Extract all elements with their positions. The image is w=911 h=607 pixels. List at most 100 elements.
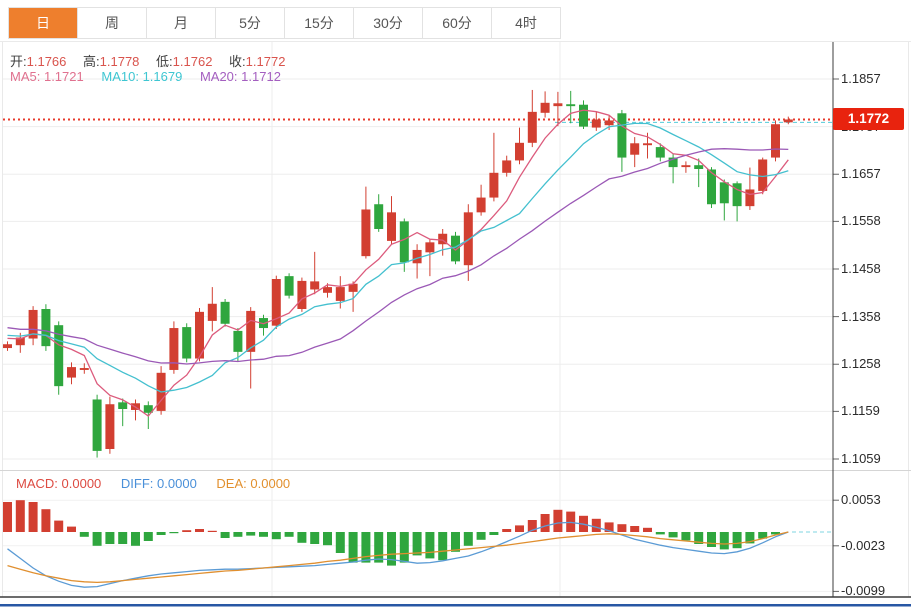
candle [374, 204, 383, 229]
macd-bar [592, 519, 601, 532]
macd-bar [221, 532, 230, 538]
macd-bar [438, 532, 447, 560]
price-tick-label: 1.1657 [841, 166, 881, 181]
candle [502, 160, 511, 172]
macd-bar [464, 532, 473, 546]
macd-bar [182, 530, 191, 532]
candle [451, 236, 460, 262]
tab-5min[interactable]: 5分 [216, 8, 285, 38]
candle [387, 212, 396, 241]
macd-bar [246, 532, 255, 536]
candle [579, 105, 588, 127]
low-value: 1.1762 [173, 54, 213, 69]
ma5-value: 1.1721 [44, 69, 84, 84]
bottom-blue-bar [0, 604, 911, 607]
ma-summary: MA5: 1.1721 MA10: 1.1679 MA20: 1.1712 [10, 69, 295, 84]
price-tick-label: 1.1558 [841, 213, 881, 228]
macd-bar [80, 532, 89, 537]
macd-bar [29, 502, 38, 532]
macd-tick-label: -0.0023 [841, 538, 885, 553]
open-value: 1.1766 [27, 54, 67, 69]
candle [720, 182, 729, 203]
candle [361, 209, 370, 256]
candle [694, 165, 703, 169]
close-label: 收: [229, 54, 246, 69]
macd-tick-label: -0.0099 [841, 583, 885, 598]
macd-bar [41, 509, 50, 532]
macd-bar [67, 527, 76, 532]
macd-bar [272, 532, 281, 539]
chart-canvas[interactable] [0, 0, 911, 607]
macd-bar [3, 502, 12, 532]
candle [758, 159, 767, 190]
candle [425, 242, 434, 252]
candle [41, 309, 50, 346]
tab-4hour[interactable]: 4时 [492, 8, 560, 38]
macd-bar [157, 532, 166, 535]
candle [118, 402, 127, 409]
macd-bar [425, 532, 434, 558]
macd-bar [297, 532, 306, 543]
kline-chart-app: 日 周 月 5分 15分 30分 60分 4时 开:1.1766 高:1.177… [0, 0, 911, 607]
macd-bar [169, 532, 178, 533]
candle [528, 112, 537, 143]
price-tick-label: 1.1358 [841, 309, 881, 324]
tab-30min[interactable]: 30分 [354, 8, 423, 38]
candle [643, 143, 652, 145]
ma5-line [8, 110, 789, 416]
candle [400, 221, 409, 262]
current-price-tag: 1.1772 [833, 108, 904, 130]
high-label: 高: [83, 54, 100, 69]
price-tick-label: 1.1857 [841, 71, 881, 86]
dea-label: DEA: [216, 476, 246, 491]
price-tick-label: 1.1258 [841, 356, 881, 371]
ma5-label: MA5: [10, 69, 40, 84]
macd-bar [553, 510, 562, 532]
candle [784, 119, 793, 122]
period-tabs: 日 周 月 5分 15分 30分 60分 4时 [8, 7, 561, 39]
ma10-label: MA10: [101, 69, 139, 84]
macd-bar [93, 532, 102, 546]
macd-tick-label: 0.0053 [841, 492, 881, 507]
candle [681, 165, 690, 167]
price-tick-label: 1.1159 [841, 403, 880, 418]
high-value: 1.1778 [100, 54, 140, 69]
tab-month[interactable]: 月 [147, 8, 216, 38]
macd-bar [643, 528, 652, 532]
tab-week[interactable]: 周 [78, 8, 147, 38]
candle [323, 287, 332, 293]
macd-bar [451, 532, 460, 552]
macd-bar [233, 532, 242, 537]
candle [285, 276, 294, 296]
ma10-value: 1.1679 [143, 69, 183, 84]
macd-bar [720, 532, 729, 549]
candle [105, 404, 114, 449]
tab-day[interactable]: 日 [9, 8, 78, 38]
candle [233, 331, 242, 352]
candle [477, 198, 486, 213]
macd-bar [413, 532, 422, 555]
candle [3, 344, 12, 348]
macd-bar [681, 532, 690, 540]
macd-bar [477, 532, 486, 540]
candle [617, 113, 626, 157]
candle [297, 281, 306, 309]
macd-bar [656, 532, 665, 534]
tab-60min[interactable]: 60分 [423, 8, 492, 38]
macd-bar [617, 524, 626, 532]
macd-bar [541, 514, 550, 532]
diff-label: DIFF: [121, 476, 154, 491]
macd-bar [374, 532, 383, 563]
candle [566, 104, 575, 106]
candle [221, 302, 230, 324]
macd-bar [195, 529, 204, 532]
tab-15min[interactable]: 15分 [285, 8, 354, 38]
macd-bar [323, 532, 332, 545]
candle [592, 119, 601, 127]
macd-bar [361, 532, 370, 563]
ohlc-summary: 开:1.1766 高:1.1778 低:1.1762 收:1.1772 [10, 51, 298, 70]
candle [630, 143, 639, 154]
candle [208, 304, 217, 321]
candle [605, 120, 614, 125]
ma20-value: 1.1712 [241, 69, 281, 84]
